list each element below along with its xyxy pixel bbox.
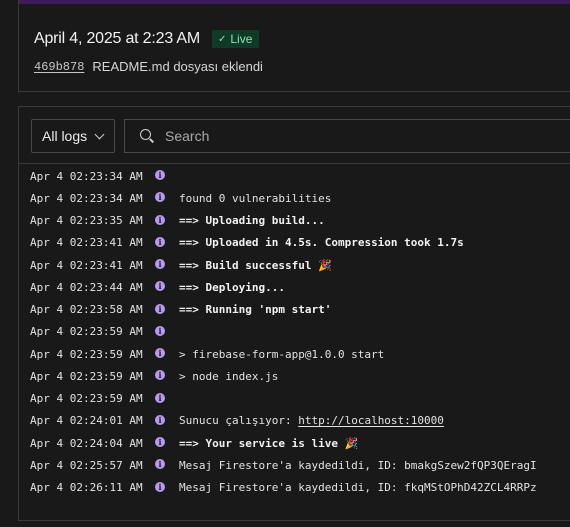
log-filter-label: All logs bbox=[42, 128, 88, 144]
info-icon: i bbox=[155, 348, 165, 358]
log-message: ==> Uploading build... bbox=[179, 214, 325, 227]
info-icon: i bbox=[155, 281, 165, 292]
search-icon bbox=[139, 128, 155, 144]
log-row: Apr 4 02:23:59 AM i bbox=[19, 388, 570, 410]
info-icon: i bbox=[155, 392, 165, 403]
search-box[interactable] bbox=[124, 119, 570, 153]
deploy-title-row: April 4, 2025 at 2:23 AM ✓ Live bbox=[34, 30, 260, 48]
log-message: ==> Your service is live 🎉 bbox=[179, 437, 358, 450]
info-icon: i bbox=[155, 236, 165, 247]
live-status-label: Live bbox=[230, 32, 253, 46]
log-timestamp: Apr 4 02:23:41 AM bbox=[30, 236, 143, 250]
info-icon: i bbox=[155, 481, 165, 492]
log-timestamp: Apr 4 02:24:04 AM bbox=[30, 436, 143, 450]
log-message-text: Sunucu çalışıyor: bbox=[179, 414, 299, 428]
log-row: Apr 4 02:24:01 AM i Sunucu çalışıyor: http… bbox=[19, 410, 570, 432]
log-row: Apr 4 02:23:34 AM i bbox=[19, 165, 570, 187]
deploy-timestamp: April 4, 2025 at 2:23 AM bbox=[34, 30, 200, 47]
log-message-text: Build successful 🎉 bbox=[205, 258, 332, 272]
log-row: Apr 4 02:23:59 AM i bbox=[19, 321, 570, 343]
info-icon: i bbox=[155, 214, 165, 225]
log-arrow: ==> bbox=[179, 436, 199, 450]
log-timestamp: Apr 4 02:26:11 AM bbox=[30, 481, 143, 494]
log-message-text: Uploaded in 4.5s. Compression took 1.7s bbox=[205, 236, 464, 250]
log-message-text: Uploading build... bbox=[205, 214, 325, 227]
log-timestamp: Apr 4 02:23:58 AM bbox=[30, 303, 143, 316]
log-message: ==> Build successful 🎉 bbox=[179, 259, 332, 272]
log-message: Mesaj Firestore'a kaydedildi, ID: bmakgS… bbox=[179, 459, 537, 472]
log-message: ==> Running 'npm start' bbox=[179, 303, 331, 316]
log-message: found 0 vulnerabilities bbox=[179, 192, 331, 205]
log-timestamp: Apr 4 02:23:34 AM bbox=[30, 191, 143, 205]
commit-hash-link[interactable]: 469b878 bbox=[34, 60, 84, 74]
info-icon: i bbox=[155, 192, 165, 203]
log-message-text: found 0 vulnerabilities bbox=[179, 191, 332, 205]
log-filter-dropdown[interactable]: All logs bbox=[31, 119, 115, 153]
log-message: Sunucu çalışıyor: http://localhost:10000 bbox=[179, 414, 444, 427]
info-icon: i bbox=[155, 325, 165, 336]
log-timestamp: Apr 4 02:23:59 AM bbox=[30, 347, 143, 361]
info-icon: i bbox=[155, 170, 165, 180]
log-message: Mesaj Firestore'a kaydedildi, ID: fkqMSt… bbox=[179, 481, 537, 494]
log-arrow: ==> bbox=[179, 280, 199, 294]
log-timestamp: Apr 4 02:24:01 AM bbox=[30, 414, 143, 428]
log-arrow: ==> bbox=[179, 214, 199, 227]
log-row: Apr 4 02:23:44 AM i ==> Deploying... bbox=[19, 276, 570, 298]
log-row: Apr 4 02:23:59 AM i > node index.js bbox=[19, 365, 570, 387]
log-timestamp: Apr 4 02:23:59 AM bbox=[30, 369, 143, 383]
info-icon: i bbox=[155, 303, 165, 314]
log-message-text: > firebase-form-app@1.0.0 start bbox=[179, 347, 385, 361]
log-row: Apr 4 02:23:34 AM i found 0 vulnerabilitie… bbox=[19, 187, 570, 209]
logs-toolbar: All logs bbox=[19, 107, 570, 164]
log-message-text: Deploying... bbox=[205, 280, 285, 294]
info-icon: i bbox=[155, 414, 165, 425]
log-timestamp: Apr 4 02:25:57 AM bbox=[30, 458, 143, 472]
log-row: Apr 4 02:24:04 AM i ==> Your service is li… bbox=[19, 432, 570, 454]
log-row: Apr 4 02:25:57 AM i Mesaj Firestore'a kayd… bbox=[19, 454, 570, 476]
log-row: Apr 4 02:23:58 AM i ==> Running 'npm start… bbox=[19, 299, 570, 321]
log-row: Apr 4 02:23:41 AM i ==> Build successful 🎉 bbox=[19, 254, 570, 276]
commit-message: README.md dosyası eklendi bbox=[92, 59, 263, 74]
chevron-down-icon bbox=[94, 129, 105, 139]
log-message-text: > node index.js bbox=[179, 369, 279, 383]
log-timestamp: Apr 4 02:23:59 AM bbox=[30, 392, 143, 405]
log-arrow: ==> bbox=[179, 236, 199, 250]
log-message: > node index.js bbox=[179, 370, 278, 383]
log-message-text: Your service is live 🎉 bbox=[205, 436, 359, 450]
log-row: Apr 4 02:23:59 AM i > firebase-form-app@1.… bbox=[19, 343, 570, 365]
check-icon: ✓ bbox=[217, 33, 227, 45]
deploy-card: April 4, 2025 at 2:23 AM ✓ Live 469b878 … bbox=[18, 0, 570, 92]
log-message: ==> Deploying... bbox=[179, 281, 285, 294]
log-message-text: Mesaj Firestore'a kaydedildi, ID: bmakgS… bbox=[179, 458, 537, 472]
log-timestamp: Apr 4 02:23:41 AM bbox=[30, 258, 143, 272]
info-icon: i bbox=[155, 437, 165, 447]
log-message: ==> Uploaded in 4.5s. Compression took 1… bbox=[179, 236, 464, 249]
log-message: > firebase-form-app@1.0.0 start bbox=[179, 348, 384, 361]
logs-card: All logs Apr 4 02:23:34 AMiApr 4 02:23:3… bbox=[18, 106, 570, 521]
page: April 4, 2025 at 2:23 AM ✓ Live 469b878 … bbox=[0, 0, 570, 527]
deploy-header-strip bbox=[19, 0, 570, 4]
log-timestamp: Apr 4 02:23:44 AM bbox=[30, 280, 143, 294]
log-timestamp: Apr 4 02:23:59 AM bbox=[30, 325, 143, 339]
log-arrow: ==> bbox=[179, 303, 199, 316]
search-input[interactable] bbox=[165, 128, 545, 144]
live-status-badge: ✓ Live bbox=[211, 30, 260, 48]
info-icon: i bbox=[155, 259, 165, 269]
commit-row: 469b878 README.md dosyası eklendi bbox=[34, 59, 263, 74]
info-icon: i bbox=[155, 370, 165, 381]
log-timestamp: Apr 4 02:23:34 AM bbox=[30, 169, 143, 183]
log-message-text: Mesaj Firestore'a kaydedildi, ID: fkqMSt… bbox=[179, 481, 537, 494]
log-timestamp: Apr 4 02:23:35 AM bbox=[30, 214, 143, 227]
log-row: Apr 4 02:26:11 AM i Mesaj Firestore'a kayd… bbox=[19, 477, 570, 499]
log-row: Apr 4 02:23:41 AM i ==> Uploaded in 4.5s. … bbox=[19, 232, 570, 254]
log-message-text: Running 'npm start' bbox=[205, 303, 332, 316]
localhost-link[interactable]: http://localhost:10000 bbox=[298, 414, 444, 427]
info-icon: i bbox=[155, 459, 165, 470]
log-arrow: ==> bbox=[179, 258, 199, 272]
log-row: Apr 4 02:23:35 AM i ==> Uploading build... bbox=[19, 210, 570, 232]
